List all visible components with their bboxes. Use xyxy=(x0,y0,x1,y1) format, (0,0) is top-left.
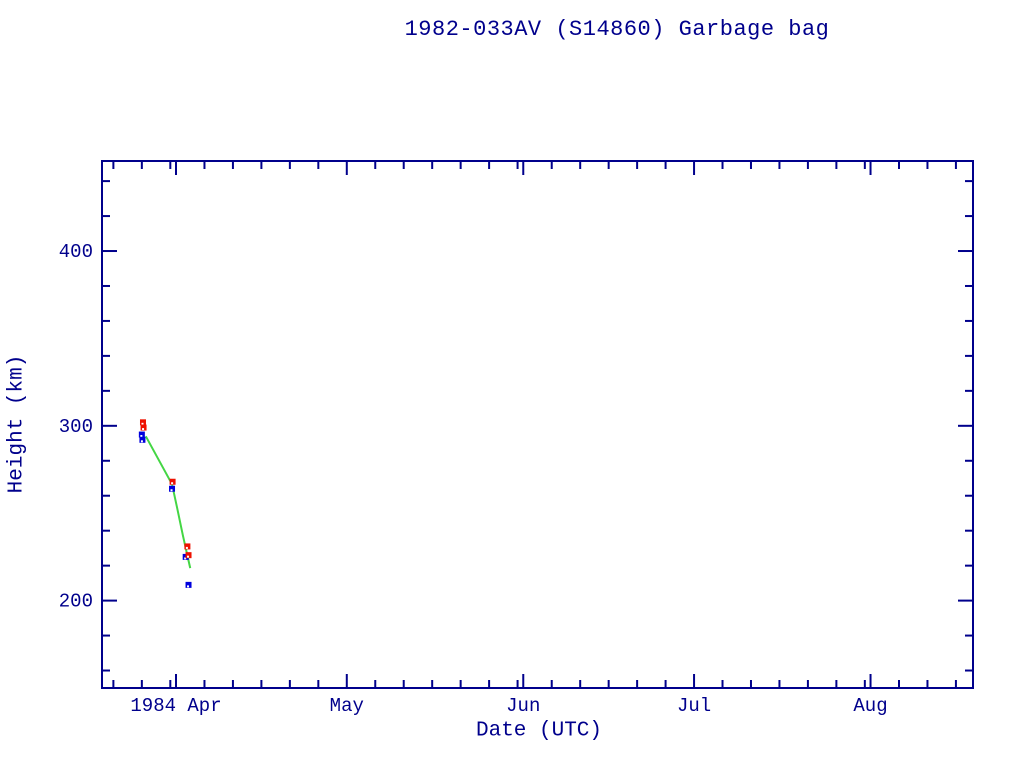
plot-canvas: 200 300 400 1984 Apr May Jun Jul Aug xyxy=(59,160,974,717)
marker-center-dot xyxy=(187,585,190,588)
decay-prediction-line xyxy=(144,435,192,569)
marker-center-dot xyxy=(171,482,174,485)
x-tick-label: 1984 Apr xyxy=(130,695,221,717)
y-tick-label: 400 xyxy=(59,241,93,263)
y-tick-label: 200 xyxy=(59,591,93,613)
marker-center-dot xyxy=(142,428,145,431)
x-tick-label: Jul xyxy=(677,695,711,717)
plot-frame xyxy=(101,160,974,689)
marker-center-dot xyxy=(141,422,144,425)
x-tick-label: Aug xyxy=(853,695,887,717)
y-tick-label: 300 xyxy=(59,416,93,438)
marker-center-dot xyxy=(185,546,188,549)
marker-center-dot xyxy=(187,555,190,558)
marker-center-dot xyxy=(170,489,173,492)
x-tick-label: May xyxy=(330,695,364,717)
marker-center-dot xyxy=(140,440,143,443)
decay-chart-page: 1982-033AV (S14860) Garbage bag Height (… xyxy=(0,0,1024,768)
x-tick-label: Jun xyxy=(506,695,540,717)
marker-center-dot xyxy=(140,435,143,438)
